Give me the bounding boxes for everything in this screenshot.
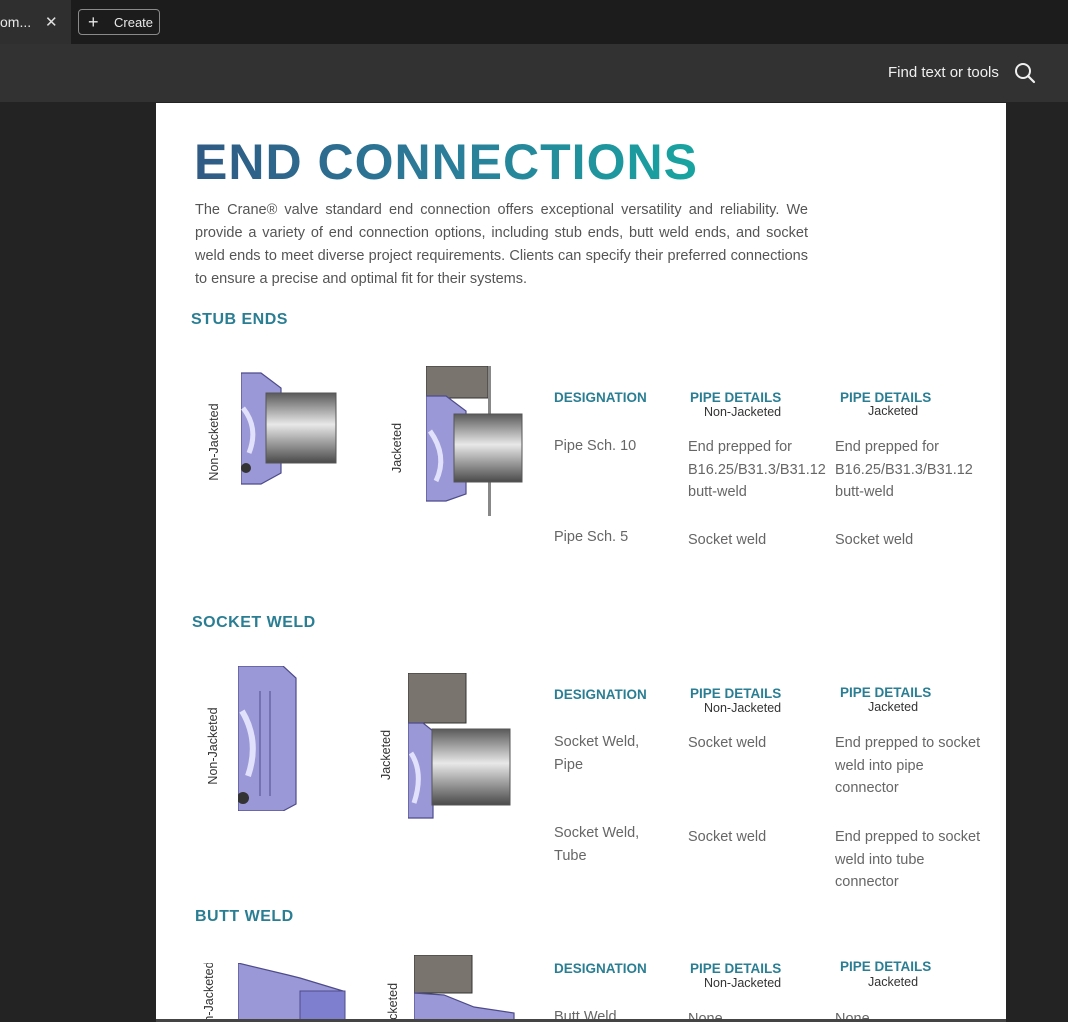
socket-non-jacketed-label: Non-Jacketed (206, 707, 220, 785)
socket-row1-non: Socket weld (688, 735, 767, 751)
stub-row1-jac: End prepped for B16.25/B31.3/B31.12 butt… (835, 439, 973, 500)
butt-header-pipe-jac: PIPE DETAILS (840, 959, 932, 974)
butt-header-pipe-non: PIPE DETAILS (690, 961, 782, 976)
butt-jacketed-label: Jacketed (386, 983, 400, 1022)
search-icon[interactable] (1014, 62, 1036, 84)
pdf-page: END CONNECTIONS The Crane® valve standar… (156, 103, 1006, 1022)
find-text-or-tools-button[interactable]: Find text or tools (888, 64, 999, 81)
butt-weld-jacketed-illustration (414, 955, 515, 1022)
socket-row2-jac: End prepped to socket weld into tube con… (835, 829, 981, 890)
socket-jacketed-label: Jacketed (379, 729, 393, 781)
socket-header-pipe-non: PIPE DETAILS (690, 686, 782, 701)
socket-row1-jac: End prepped to socket weld into pipe con… (835, 735, 981, 796)
document-tab[interactable]: om... ✕ (0, 0, 71, 44)
create-button-label: Create (114, 15, 154, 30)
stub-header-pipe-non: PIPE DETAILS (690, 390, 782, 405)
butt-non-jacketed-label-clip: Non-Jacketed (189, 963, 229, 1022)
toolbar: Find text or tools (0, 44, 1068, 102)
butt-non-jacketed-label: Non-Jacketed (202, 963, 216, 1022)
document-tab-label: om... (0, 14, 32, 30)
stub-row2-non: Socket weld (688, 532, 767, 548)
stub-subheader-non: Non-Jacketed (704, 405, 782, 419)
stub-end-non-jacketed-illustration (241, 372, 337, 485)
stub-non-jacketed-label: Non-Jacketed (207, 403, 221, 481)
stub-header-designation: DESIGNATION (554, 390, 647, 405)
socket-subheader-jac: Jacketed (868, 700, 919, 714)
butt-subheader-jac: Jacketed (868, 975, 919, 989)
stub-jacketed-label: Jacketed (390, 422, 404, 474)
page-title: END CONNECTIONS (194, 134, 698, 190)
butt-header-designation: DESIGNATION (554, 961, 647, 976)
butt-subheader-non: Non-Jacketed (704, 976, 782, 990)
section-title-socket-weld: SOCKET WELD (192, 614, 316, 631)
create-button[interactable]: + Create (78, 9, 160, 35)
socket-row1-designation: Socket Weld, Pipe (554, 734, 640, 773)
butt-weld-non-jacketed-illustration (238, 963, 346, 1022)
stub-end-jacketed-illustration (426, 366, 523, 516)
stub-subheader-jac: Jacketed (868, 404, 919, 418)
socket-header-designation: DESIGNATION (554, 687, 647, 702)
socket-header-pipe-jac: PIPE DETAILS (840, 685, 932, 700)
socket-weld-non-jacketed-illustration (238, 666, 297, 811)
socket-weld-jacketed-illustration (408, 673, 511, 819)
socket-subheader-non: Non-Jacketed (704, 701, 782, 715)
socket-row2-designation: Socket Weld, Tube (554, 825, 640, 864)
intro-paragraph: The Crane® valve standard end connection… (195, 202, 808, 287)
stub-row2-designation: Pipe Sch. 5 (554, 529, 629, 545)
stub-row1-non: End prepped for B16.25/B31.3/B31.12 butt… (688, 439, 826, 500)
stub-header-pipe-jac: PIPE DETAILS (840, 390, 932, 405)
butt-jacketed-label-clip: Jacketed (378, 983, 408, 1022)
section-title-butt-weld: BUTT WELD (195, 908, 294, 925)
stub-row2-jac: Socket weld (835, 532, 914, 548)
tab-bar: om... ✕ + Create (0, 0, 1068, 44)
socket-row2-non: Socket weld (688, 829, 767, 845)
close-tab-icon[interactable]: ✕ (45, 13, 58, 31)
section-title-stub-ends: STUB ENDS (191, 311, 288, 328)
plus-icon: + (88, 12, 99, 32)
stub-row1-designation: Pipe Sch. 10 (554, 438, 637, 454)
